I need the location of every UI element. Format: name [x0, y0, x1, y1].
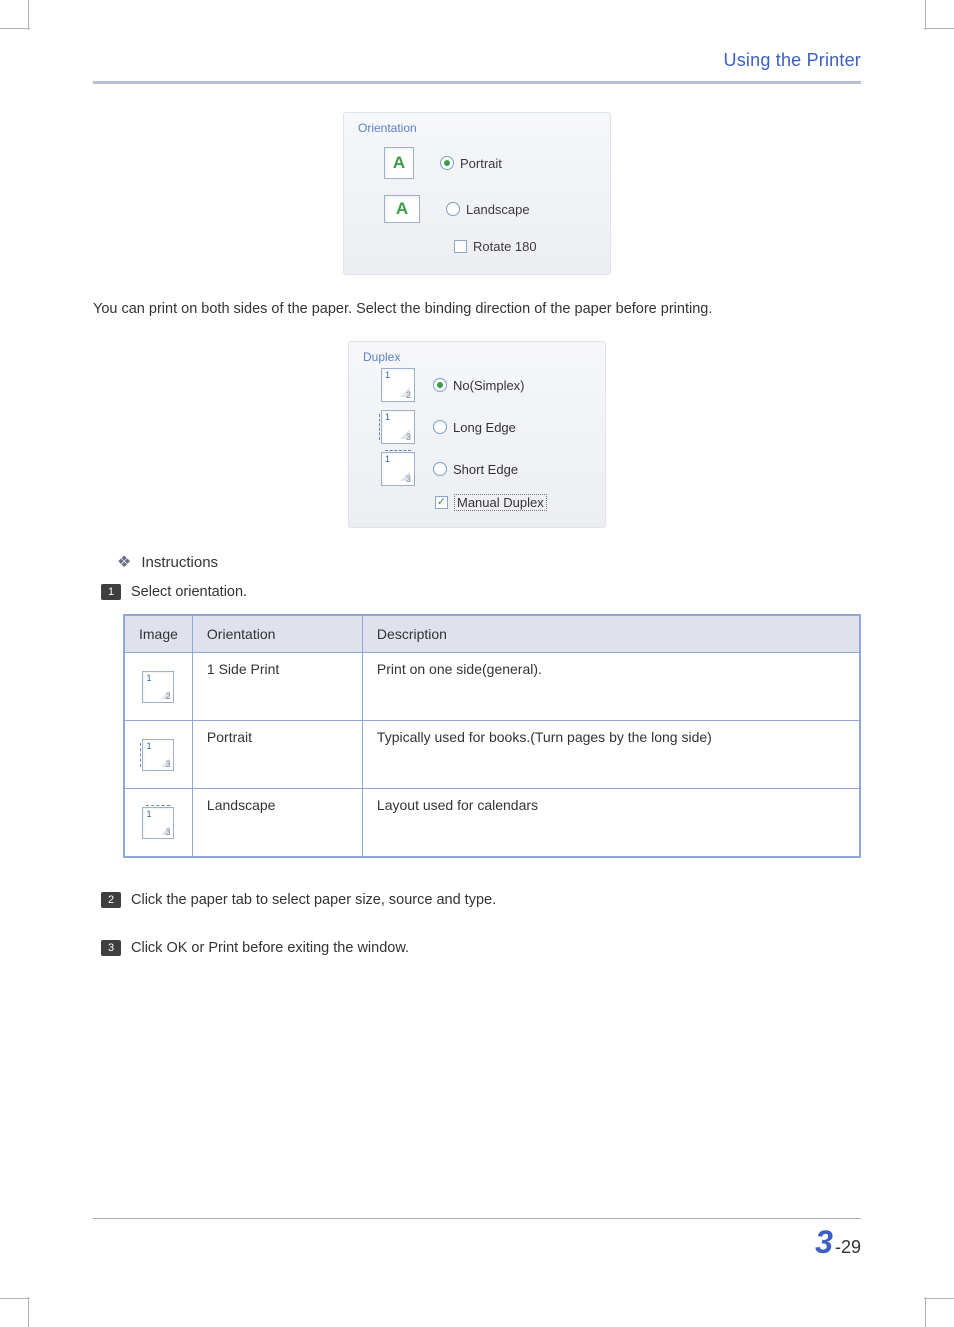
manual-duplex-label: Manual Duplex — [454, 494, 547, 511]
row2-orientation: Portrait — [192, 721, 362, 789]
page-num: 29 — [841, 1237, 861, 1257]
instructions-heading-row: ❖ Instructions — [117, 552, 861, 572]
step-number-badge: 2 — [101, 892, 121, 908]
step-2-text: Click the paper tab to select paper size… — [131, 892, 496, 908]
rotate180-label: Rotate 180 — [473, 239, 537, 254]
row3-description: Layout used for calendars — [362, 789, 860, 857]
landscape-preview-icon: A — [384, 195, 420, 223]
instructions-heading: Instructions — [141, 554, 218, 571]
portrait-radio-label: Portrait — [440, 156, 502, 171]
short-edge-preview-icon: 13 — [381, 452, 415, 486]
orientation-option-rotate180[interactable]: Rotate 180 — [358, 229, 596, 260]
row2-description: Typically used for books.(Turn pages by … — [362, 721, 860, 789]
crop-mark — [924, 1298, 954, 1299]
checkbox-icon — [435, 496, 448, 509]
duplex-option-long-edge[interactable]: 13 Long Edge — [363, 408, 591, 450]
row2-image: 13 — [124, 721, 192, 789]
radio-icon — [433, 378, 447, 392]
orientation-option-landscape[interactable]: A Landscape — [358, 185, 596, 229]
simplex-label: No(Simplex) — [453, 378, 525, 393]
orientation-groupbox: Orientation A Portrait A Landscape Rotat… — [343, 112, 611, 275]
portrait-preview-icon: A — [384, 147, 414, 179]
row1-image: 12 — [124, 653, 192, 721]
long-edge-thumb-icon: 13 — [142, 739, 174, 771]
duplex-description: You can print on both sides of the paper… — [93, 299, 861, 319]
row1-orientation: 1 Side Print — [192, 653, 362, 721]
duplex-option-short-edge[interactable]: 13 Short Edge — [363, 450, 591, 492]
radio-icon — [433, 462, 447, 476]
step-2: 2 Click the paper tab to select paper si… — [101, 892, 861, 908]
step-1-text: Select orientation. — [131, 584, 247, 600]
row3-orientation: Landscape — [192, 789, 362, 857]
table-row: 13 Portrait Typically used for books.(Tu… — [124, 721, 860, 789]
radio-icon — [446, 202, 460, 216]
rotate180-checkbox-label: Rotate 180 — [454, 239, 537, 254]
footer-rule — [93, 1218, 861, 1219]
chapter-number: 3 — [815, 1224, 833, 1260]
crop-mark — [924, 28, 954, 29]
duplex-groupbox: Duplex 12 No(Simplex) 13 Long Edge 13 — [348, 341, 606, 528]
crop-mark — [28, 1297, 29, 1327]
col-description: Description — [362, 615, 860, 653]
table-row: 12 1 Side Print Print on one side(genera… — [124, 653, 860, 721]
simplex-thumb-icon: 12 — [142, 671, 174, 703]
short-edge-thumb-icon: 13 — [142, 807, 174, 839]
step-3-text: Click OK or Print before exiting the win… — [131, 940, 409, 956]
col-image: Image — [124, 615, 192, 653]
table-header-row: Image Orientation Description — [124, 615, 860, 653]
header-rule — [93, 81, 861, 84]
long-edge-radio-label: Long Edge — [433, 420, 516, 435]
radio-icon — [440, 156, 454, 170]
crop-mark — [28, 0, 29, 30]
portrait-label: Portrait — [460, 156, 502, 171]
short-edge-label: Short Edge — [453, 462, 518, 477]
row1-description: Print on one side(general). — [362, 653, 860, 721]
step-number-badge: 3 — [101, 940, 121, 956]
step-3: 3 Click OK or Print before exiting the w… — [101, 940, 861, 956]
duplex-option-simplex[interactable]: 12 No(Simplex) — [363, 366, 591, 408]
orientation-legend: Orientation — [358, 121, 596, 135]
crop-mark — [925, 1297, 926, 1327]
orientation-option-portrait[interactable]: A Portrait — [358, 137, 596, 185]
checkbox-icon — [454, 240, 467, 253]
duplex-legend: Duplex — [363, 350, 591, 364]
simplex-preview-icon: 12 — [381, 368, 415, 402]
page-content: Using the Printer Orientation A Portrait… — [93, 50, 861, 1267]
short-edge-radio-label: Short Edge — [433, 462, 518, 477]
diamond-bullet-icon: ❖ — [117, 552, 131, 572]
row3-image: 13 — [124, 789, 192, 857]
step-number-badge: 1 — [101, 584, 121, 600]
landscape-label: Landscape — [466, 202, 530, 217]
duplex-option-manual[interactable]: Manual Duplex — [363, 492, 591, 517]
orientation-table: Image Orientation Description 12 1 Side … — [123, 614, 861, 858]
long-edge-label: Long Edge — [453, 420, 516, 435]
crop-mark — [925, 0, 926, 30]
landscape-radio-label: Landscape — [446, 202, 530, 217]
table-row: 13 Landscape Layout used for calendars — [124, 789, 860, 857]
crop-mark — [0, 1298, 30, 1299]
manual-duplex-checkbox-label: Manual Duplex — [435, 494, 547, 511]
simplex-radio-label: No(Simplex) — [433, 378, 525, 393]
section-header: Using the Printer — [93, 50, 861, 81]
col-orientation: Orientation — [192, 615, 362, 653]
crop-mark — [0, 28, 30, 29]
long-edge-preview-icon: 13 — [381, 410, 415, 444]
step-1: 1 Select orientation. — [101, 584, 861, 600]
page-number: 3-29 — [815, 1224, 861, 1261]
radio-icon — [433, 420, 447, 434]
